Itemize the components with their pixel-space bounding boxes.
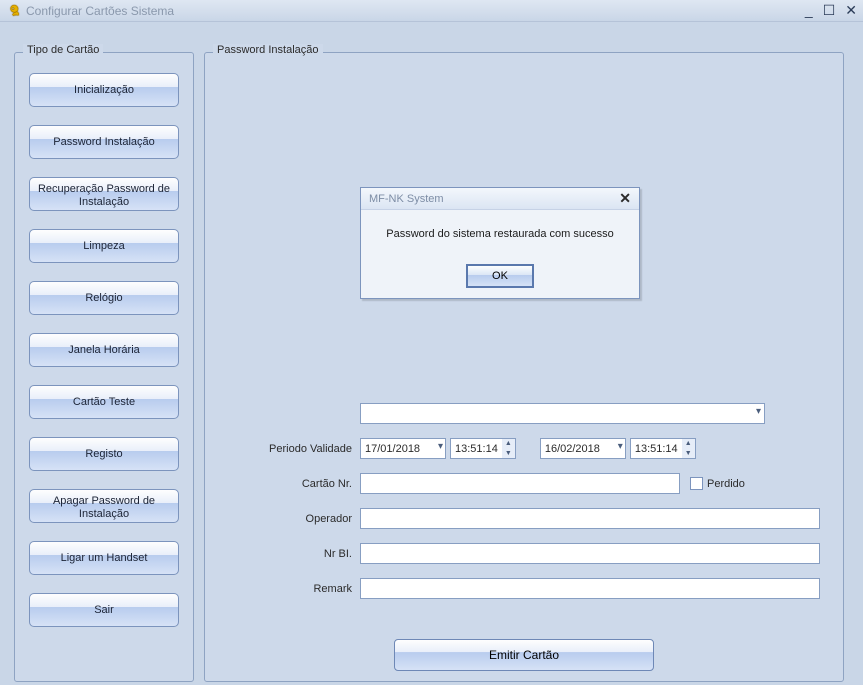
btn-apagar-password[interactable]: Apagar Password de Instalação (29, 489, 179, 523)
label-perdido: Perdido (707, 478, 745, 490)
date-from[interactable]: 17/01/2018 ▾ (360, 438, 446, 459)
dialog-ok-button[interactable]: OK (466, 264, 534, 288)
input-cartao[interactable] (360, 473, 680, 494)
row-periodo: Periodo Validade 17/01/2018 ▾ 13:51:14 ▲… (215, 438, 833, 459)
sidebar-legend: Tipo de Cartão (23, 44, 103, 56)
time-from-value: 13:51:14 (450, 438, 502, 459)
date-to[interactable]: 16/02/2018 ▾ (540, 438, 626, 459)
btn-inicializacao[interactable]: Inicialização (29, 73, 179, 107)
date-from-value: 17/01/2018 (365, 443, 420, 455)
checkbox-box-icon (690, 477, 703, 490)
minimize-button[interactable]: _ (805, 2, 813, 19)
titlebar: Configurar Cartões Sistema _ ☐ ✕ (0, 0, 863, 22)
sidebar-groupbox: Tipo de Cartão Inicialização Password In… (14, 52, 194, 682)
row-cartao: Cartão Nr. Perdido (215, 473, 833, 494)
dialog-success: MF-NK System ✕ Password do sistema resta… (360, 187, 640, 299)
btn-relogio[interactable]: Relógio (29, 281, 179, 315)
key-icon (6, 4, 20, 18)
row-topselect: ▾ (215, 403, 833, 424)
content-area: Tipo de Cartão Inicialização Password In… (0, 22, 863, 685)
btn-registo[interactable]: Registo (29, 437, 179, 471)
close-window-button[interactable]: ✕ (845, 2, 857, 19)
input-operador[interactable] (360, 508, 820, 529)
btn-sair[interactable]: Sair (29, 593, 179, 627)
checkbox-perdido[interactable]: Perdido (690, 477, 745, 490)
label-periodo: Periodo Validade (215, 443, 360, 455)
chevron-down-icon: ▾ (438, 441, 443, 452)
input-remark[interactable] (360, 578, 820, 599)
top-select-input[interactable] (360, 403, 765, 424)
row-nrbi: Nr BI. (215, 543, 833, 564)
main-groupbox: Password Instalação ▾ Periodo Validade 1… (204, 52, 844, 682)
window-controls: _ ☐ ✕ (805, 2, 857, 19)
time-from-spinner[interactable]: ▲▼ (502, 438, 516, 459)
time-from[interactable]: 13:51:14 ▲▼ (450, 438, 516, 459)
maximize-button[interactable]: ☐ (823, 2, 836, 19)
btn-emitir-cartao[interactable]: Emitir Cartão (394, 639, 654, 671)
dialog-titlebar: MF-NK System ✕ (361, 188, 639, 210)
btn-cartao-teste[interactable]: Cartão Teste (29, 385, 179, 419)
label-operador: Operador (215, 513, 360, 525)
window-title: Configurar Cartões Sistema (26, 4, 174, 18)
label-nrbi: Nr BI. (215, 548, 360, 560)
btn-recuperacao-password[interactable]: Recuperação Password de Instalação (29, 177, 179, 211)
chevron-down-icon: ▾ (618, 441, 623, 452)
btn-ligar-handset[interactable]: Ligar um Handset (29, 541, 179, 575)
time-to-spinner[interactable]: ▲▼ (682, 438, 696, 459)
row-remark: Remark (215, 578, 833, 599)
top-select[interactable]: ▾ (360, 403, 765, 424)
dialog-message: Password do sistema restaurada com suces… (361, 210, 639, 250)
time-to[interactable]: 13:51:14 ▲▼ (630, 438, 696, 459)
date-to-value: 16/02/2018 (545, 443, 600, 455)
label-remark: Remark (215, 583, 360, 595)
btn-password-instalacao[interactable]: Password Instalação (29, 125, 179, 159)
btn-limpeza[interactable]: Limpeza (29, 229, 179, 263)
btn-janela-horaria[interactable]: Janela Horária (29, 333, 179, 367)
dialog-close-button[interactable]: ✕ (619, 190, 631, 207)
label-cartao: Cartão Nr. (215, 478, 360, 490)
input-nrbi[interactable] (360, 543, 820, 564)
dialog-title: MF-NK System (369, 193, 444, 205)
time-to-value: 13:51:14 (630, 438, 682, 459)
row-operador: Operador (215, 508, 833, 529)
form-area: ▾ Periodo Validade 17/01/2018 ▾ 13:51:14… (205, 53, 843, 681)
